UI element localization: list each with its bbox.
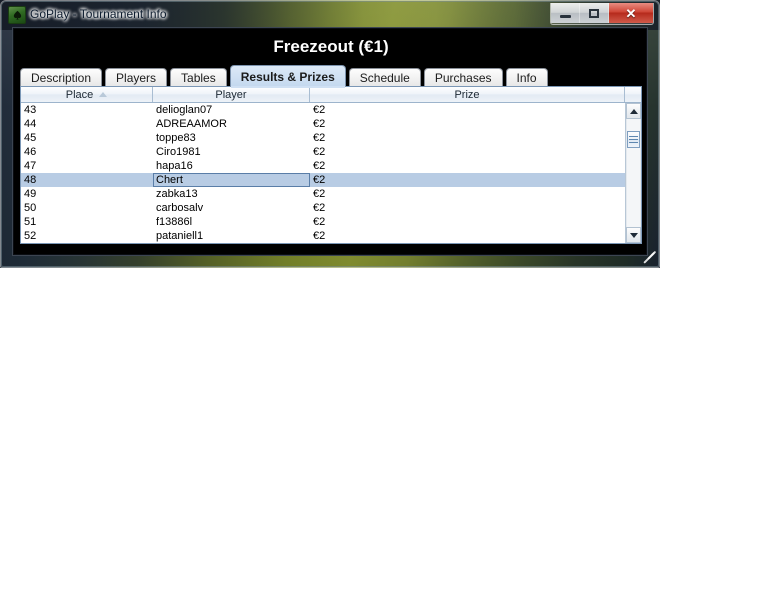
tab-purchases[interactable]: Purchases xyxy=(423,68,503,87)
window-titlebar[interactable]: GoPlay - Tournament Info ✕ xyxy=(2,2,658,26)
cell-place[interactable]: 47 xyxy=(21,159,153,173)
tab-results-prizes[interactable]: Results & Prizes xyxy=(229,65,346,88)
tab-label: Info xyxy=(516,71,537,85)
tab-players[interactable]: Players xyxy=(105,68,168,87)
column-header-player[interactable]: Player xyxy=(153,87,310,102)
table-row[interactable]: 49 zabka13 €2 xyxy=(21,187,625,201)
table-row[interactable]: 48 Chert €2 xyxy=(21,173,625,187)
column-header-prize[interactable]: Prize xyxy=(310,87,625,102)
tab-schedule[interactable]: Schedule xyxy=(348,68,421,87)
table-row[interactable]: 51 f13886l €2 xyxy=(21,215,625,229)
grid-header-corner xyxy=(625,87,641,102)
cell-prize[interactable]: €2 xyxy=(310,201,625,215)
tab-label: Schedule xyxy=(359,71,410,85)
cell-place[interactable]: 49 xyxy=(21,187,153,201)
tab-info[interactable]: Info xyxy=(505,68,548,87)
cell-place[interactable]: 45 xyxy=(21,131,153,145)
cell-player[interactable]: hapa16 xyxy=(153,159,310,173)
maximize-icon xyxy=(589,8,599,18)
minimize-icon xyxy=(559,14,571,18)
window-client-area: Freezeout (€1) Description Players Tables R… xyxy=(12,27,648,256)
spade-icon xyxy=(8,6,26,24)
cell-place[interactable]: 48 xyxy=(21,173,153,187)
cell-place[interactable]: 44 xyxy=(21,117,153,131)
tournament-info-window: GoPlay - Tournament Info ✕ Freezeout (€1… xyxy=(0,0,660,268)
table-row[interactable]: 50 carbosalv €2 xyxy=(21,201,625,215)
column-header-player-label: Player xyxy=(215,88,247,101)
table-row[interactable]: 46 Ciro1981 €2 xyxy=(21,145,625,159)
grid-body: 43 delioglan07 €2 44 ADREAAMOR €2 45 toppe83 €2 4… xyxy=(21,103,625,243)
tab-label: Description xyxy=(31,71,92,85)
minimize-button[interactable] xyxy=(551,3,580,23)
window-title: GoPlay - Tournament Info xyxy=(30,7,167,21)
tab-description[interactable]: Description xyxy=(20,68,103,87)
page-title: Freezeout (€1) xyxy=(273,37,389,56)
table-row[interactable]: 47 hapa16 €2 xyxy=(21,159,625,173)
tab-label: Tables xyxy=(181,71,216,85)
table-row[interactable]: 43 delioglan07 €2 xyxy=(21,103,625,117)
column-header-place-label: Place xyxy=(65,88,94,101)
cell-player[interactable]: Ciro1981 xyxy=(153,145,310,159)
cell-player[interactable]: Chert xyxy=(153,173,310,187)
cell-place[interactable]: 51 xyxy=(21,215,153,229)
close-button[interactable]: ✕ xyxy=(609,3,653,23)
cell-prize[interactable]: €2 xyxy=(310,159,625,173)
scroll-down-button[interactable] xyxy=(626,227,641,243)
triangle-up-icon xyxy=(629,108,638,114)
table-row[interactable]: 44 ADREAAMOR €2 xyxy=(21,117,625,131)
tab-strip: Description Players Tables Results & Prizes… xyxy=(20,65,551,88)
cell-player[interactable]: delioglan07 xyxy=(153,103,310,117)
cell-prize[interactable]: €2 xyxy=(310,117,625,131)
column-header-prize-label: Prize xyxy=(454,88,480,101)
cell-place[interactable]: 46 xyxy=(21,145,153,159)
results-grid: Place Player Prize 43 delioglan07 €2 44 ADRE… xyxy=(20,86,642,244)
cell-player[interactable]: carbosalv xyxy=(153,201,310,215)
grid-header-row: Place Player Prize xyxy=(21,87,641,103)
cell-player[interactable]: toppe83 xyxy=(153,131,310,145)
cell-place[interactable]: 52 xyxy=(21,229,153,243)
window-controls: ✕ xyxy=(550,3,654,25)
cell-player[interactable]: pataniell1 xyxy=(153,229,310,243)
scrollbar-grip-icon xyxy=(629,136,638,143)
maximize-button[interactable] xyxy=(580,3,609,23)
cell-place[interactable]: 43 xyxy=(21,103,153,117)
triangle-down-icon xyxy=(629,232,638,238)
vertical-scrollbar[interactable] xyxy=(625,103,641,243)
column-header-place[interactable]: Place xyxy=(21,87,153,102)
tab-label: Results & Prizes xyxy=(240,69,335,84)
cell-prize[interactable]: €2 xyxy=(310,229,625,243)
grid-body-wrapper: 43 delioglan07 €2 44 ADREAAMOR €2 45 toppe83 €2 4… xyxy=(21,103,641,243)
cell-player[interactable]: f13886l xyxy=(153,215,310,229)
cell-prize[interactable]: €2 xyxy=(310,215,625,229)
tab-tables[interactable]: Tables xyxy=(170,68,227,87)
cell-place[interactable]: 50 xyxy=(21,201,153,215)
sort-ascending-icon xyxy=(99,92,108,97)
scrollbar-track[interactable] xyxy=(626,119,641,227)
tab-label: Purchases xyxy=(434,71,492,85)
cell-player[interactable]: zabka13 xyxy=(153,187,310,201)
cell-prize[interactable]: €2 xyxy=(310,173,625,187)
tab-label: Players xyxy=(116,71,157,85)
close-icon: ✕ xyxy=(625,5,637,21)
table-row[interactable]: 52 pataniell1 €2 xyxy=(21,229,625,243)
cell-prize[interactable]: €2 xyxy=(310,187,625,201)
cell-player[interactable]: ADREAAMOR xyxy=(153,117,310,131)
table-row[interactable]: 45 toppe83 €2 xyxy=(21,131,625,145)
cell-prize[interactable]: €2 xyxy=(310,103,625,117)
cell-prize[interactable]: €2 xyxy=(310,145,625,159)
cell-prize[interactable]: €2 xyxy=(310,131,625,145)
scrollbar-thumb[interactable] xyxy=(627,131,640,148)
scroll-up-button[interactable] xyxy=(626,103,641,119)
desktop-background: GoPlay - Tournament Info ✕ Freezeout (€1… xyxy=(0,0,768,614)
